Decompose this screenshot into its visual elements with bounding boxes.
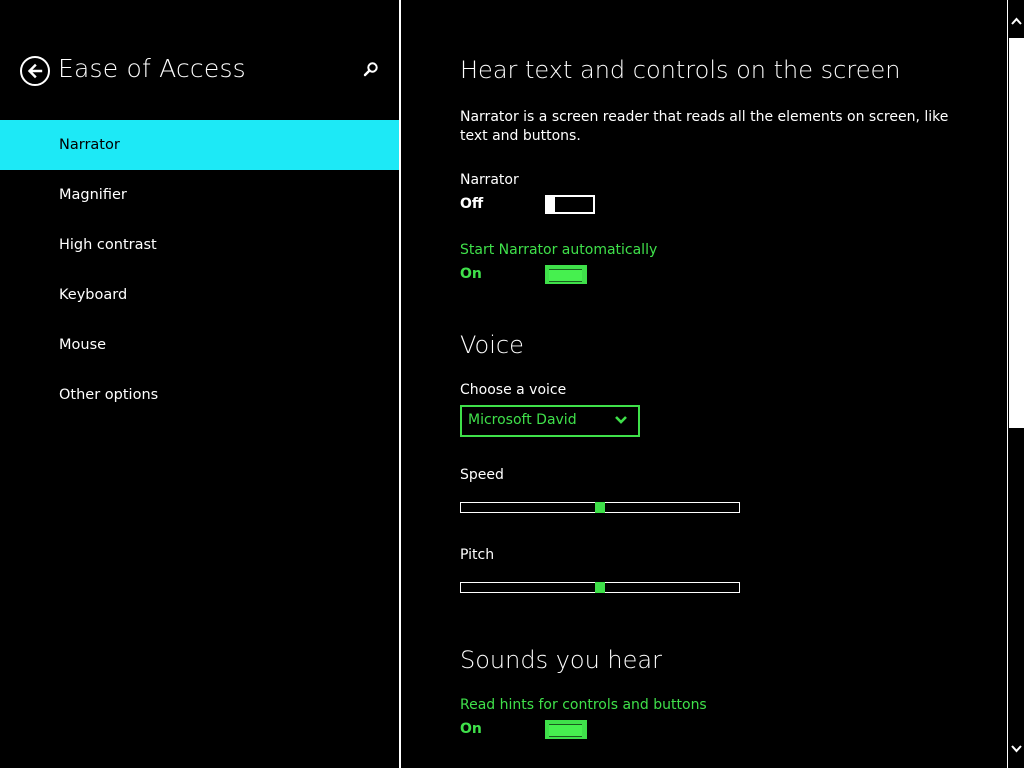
search-button[interactable] <box>362 60 380 78</box>
toggle-knob <box>587 265 595 284</box>
page-title: Ease of Access <box>58 54 246 83</box>
chevron-down-icon <box>1011 745 1022 753</box>
sounds-heading: Sounds you hear <box>460 646 662 674</box>
narrator-toggle[interactable] <box>545 195 595 214</box>
voice-heading: Voice <box>460 331 524 359</box>
nav-pane: Ease of Access Narrator Magnifier High c… <box>0 0 401 768</box>
chevron-up-icon <box>1011 17 1022 25</box>
nav-item-keyboard[interactable]: Keyboard <box>0 270 399 320</box>
arrow-left-icon <box>27 63 43 79</box>
pitch-slider-thumb[interactable] <box>595 582 605 593</box>
voice-dropdown[interactable]: Microsoft David <box>460 405 640 437</box>
nav-item-other-options[interactable]: Other options <box>0 370 399 420</box>
toggle-fill <box>549 269 582 282</box>
nav-header: Ease of Access <box>20 54 390 88</box>
narrator-description: Narrator is a screen reader that reads a… <box>460 109 949 144</box>
nav-list: Narrator Magnifier High contrast Keyboar… <box>0 120 399 420</box>
read-hints-state: On <box>460 721 482 737</box>
toggle-knob <box>587 720 595 739</box>
scrollbar-thumb[interactable] <box>1009 38 1024 428</box>
narrator-label: Narrator <box>460 172 519 188</box>
nav-item-high-contrast[interactable]: High contrast <box>0 220 399 270</box>
vertical-scrollbar[interactable] <box>1007 0 1024 768</box>
settings-content: Hear text and controls on the screen Nar… <box>460 0 1000 768</box>
voice-dropdown-value: Microsoft David <box>468 412 577 428</box>
read-hints-label: Read hints for controls and buttons <box>460 697 707 713</box>
toggle-fill <box>549 724 582 737</box>
chevron-down-icon <box>615 416 627 424</box>
choose-voice-label: Choose a voice <box>460 382 567 398</box>
section-heading: Hear text and controls on the screen <box>460 56 901 84</box>
pitch-label: Pitch <box>460 547 495 563</box>
auto-start-label: Start Narrator automatically <box>460 242 658 258</box>
nav-item-narrator[interactable]: Narrator <box>0 120 399 170</box>
speed-label: Speed <box>460 467 504 483</box>
auto-start-toggle[interactable] <box>545 265 595 284</box>
narrator-state: Off <box>460 196 484 212</box>
scroll-down-button[interactable] <box>1010 740 1023 754</box>
auto-start-state: On <box>460 266 482 282</box>
scroll-up-button[interactable] <box>1010 14 1023 28</box>
read-hints-toggle[interactable] <box>545 720 595 739</box>
back-button[interactable] <box>20 56 50 86</box>
nav-item-magnifier[interactable]: Magnifier <box>0 170 399 220</box>
settings-app: Ease of Access Narrator Magnifier High c… <box>0 0 1024 768</box>
speed-slider-thumb[interactable] <box>595 502 605 513</box>
nav-item-mouse[interactable]: Mouse <box>0 320 399 370</box>
toggle-knob <box>545 195 555 214</box>
speed-slider[interactable] <box>460 502 740 513</box>
pitch-slider[interactable] <box>460 582 740 593</box>
search-icon <box>363 62 378 77</box>
